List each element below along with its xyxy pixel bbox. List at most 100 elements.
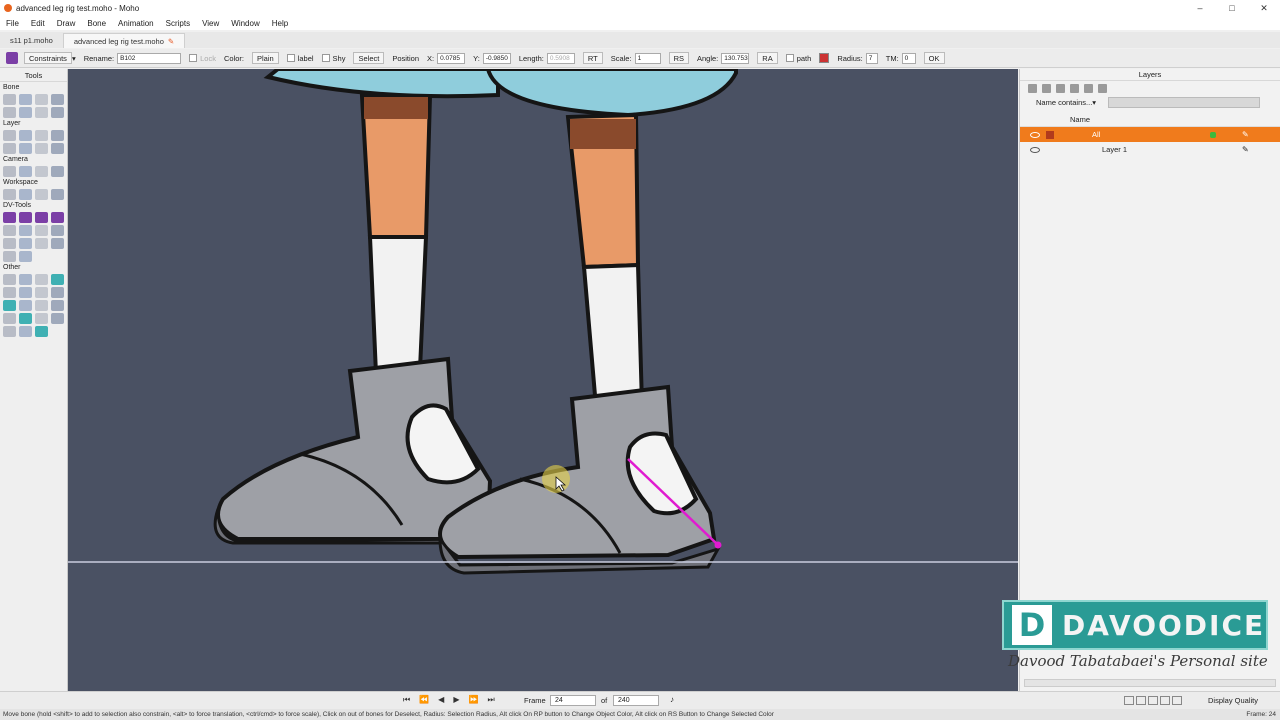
delete-layer-icon[interactable]	[1070, 83, 1079, 93]
dv-tool-6-icon[interactable]	[19, 225, 32, 236]
layer-shear-icon[interactable]	[3, 143, 16, 154]
dv-tool-10-icon[interactable]	[19, 238, 32, 249]
duplicate-layer-icon[interactable]	[1042, 83, 1051, 93]
camera-track-icon[interactable]	[3, 166, 16, 177]
close-icon[interactable]: ✕	[1248, 0, 1280, 16]
tab-s11-p1[interactable]: s11 p1.moho	[0, 33, 63, 48]
other-17-icon[interactable]	[3, 326, 16, 337]
other-13-icon[interactable]	[3, 313, 16, 324]
menu-scripts[interactable]: Scripts	[160, 19, 196, 28]
other-14-icon[interactable]	[19, 313, 32, 324]
dv-tool-9-icon[interactable]	[3, 238, 16, 249]
layer-row-layer-1[interactable]: Layer 1 ✎	[1020, 142, 1280, 157]
rotate-view-icon[interactable]	[35, 189, 48, 200]
play-reverse-icon[interactable]: ◀	[438, 695, 444, 705]
pencil-icon[interactable]	[51, 143, 64, 154]
other-12-icon[interactable]	[51, 300, 64, 311]
menu-view[interactable]: View	[196, 19, 225, 28]
orbit-icon[interactable]	[51, 189, 64, 200]
layout-2-icon[interactable]	[1136, 696, 1146, 705]
bone-translate-icon[interactable]	[19, 94, 32, 105]
new-layer-icon[interactable]	[1028, 83, 1037, 93]
layout-5-icon[interactable]	[1172, 696, 1182, 705]
length-input[interactable]: 0.5908	[546, 52, 575, 64]
other-9-icon[interactable]	[3, 300, 16, 311]
rs-button[interactable]: RS	[668, 52, 689, 64]
angle-input[interactable]: 130.753	[721, 52, 750, 64]
other-2-icon[interactable]	[19, 274, 32, 285]
dv-tool-11-icon[interactable]	[35, 238, 48, 249]
visibility-eye-icon[interactable]	[1030, 131, 1040, 138]
bone-manipulate-icon[interactable]	[51, 107, 64, 118]
radius-input[interactable]: 7	[865, 52, 878, 64]
edit-pencil-icon[interactable]: ✎	[1242, 145, 1249, 154]
dv-tool-1-icon[interactable]	[3, 212, 16, 223]
bone-reparent-icon[interactable]	[19, 107, 32, 118]
workspace-canvas[interactable]	[68, 69, 1018, 691]
hand-icon[interactable]	[3, 189, 16, 200]
layout-3-icon[interactable]	[1148, 696, 1158, 705]
layer-translate-icon[interactable]	[19, 130, 32, 141]
copy-layer-icon[interactable]	[1056, 83, 1065, 93]
layer-row-all[interactable]: All ✎	[1020, 127, 1280, 142]
frame-input[interactable]: 24	[550, 695, 596, 706]
layout-4-icon[interactable]	[1160, 696, 1170, 705]
dv-tool-7-icon[interactable]	[35, 225, 48, 236]
menu-window[interactable]: Window	[225, 19, 265, 28]
other-6-icon[interactable]	[19, 287, 32, 298]
camera-pan-icon[interactable]	[51, 166, 64, 177]
other-5-icon[interactable]	[3, 287, 16, 298]
sound-icon[interactable]: ♪	[670, 695, 674, 704]
tm-input[interactable]: 0	[901, 52, 916, 64]
bone-select-icon[interactable]	[3, 94, 16, 105]
other-8-icon[interactable]	[51, 287, 64, 298]
step-forward-icon[interactable]: ⏩	[468, 695, 478, 705]
layer-select-icon[interactable]	[3, 130, 16, 141]
dv-tool-3-icon[interactable]	[35, 212, 48, 223]
other-19-icon[interactable]	[35, 326, 48, 337]
camera-zoom-icon[interactable]	[19, 166, 32, 177]
bone-rotate-icon[interactable]	[51, 94, 64, 105]
select-dropdown[interactable]: Select	[353, 52, 385, 64]
other-3-icon[interactable]	[35, 274, 48, 285]
layers-horizontal-scrollbar[interactable]	[1024, 679, 1276, 687]
other-1-icon[interactable]	[3, 274, 16, 285]
menu-draw[interactable]: Draw	[51, 19, 82, 28]
other-16-icon[interactable]	[51, 313, 64, 324]
layer-settings-icon[interactable]	[1098, 83, 1107, 93]
visibility-eye-icon[interactable]	[1030, 146, 1040, 153]
menu-file[interactable]: File	[0, 19, 25, 28]
menu-help[interactable]: Help	[266, 19, 294, 28]
menu-animation[interactable]: Animation	[112, 19, 160, 28]
other-10-icon[interactable]	[19, 300, 32, 311]
tab-advanced-leg-rig[interactable]: advanced leg rig test.moho ✎	[62, 33, 186, 48]
layout-1-icon[interactable]	[1124, 696, 1134, 705]
filter-dropdown[interactable]: Name contains...	[1036, 98, 1092, 107]
position-y-input[interactable]: -0.9850	[482, 52, 511, 64]
layer-rotate-icon[interactable]	[35, 130, 48, 141]
rename-input[interactable]: B102	[117, 52, 182, 64]
text-icon[interactable]	[35, 143, 48, 154]
path-checkbox[interactable]	[785, 54, 794, 62]
ok-button[interactable]: OK	[923, 52, 945, 64]
dv-tool-8-icon[interactable]	[51, 225, 64, 236]
other-7-icon[interactable]	[35, 287, 48, 298]
layer-scale-icon[interactable]	[51, 130, 64, 141]
color-picker-icon[interactable]	[819, 53, 830, 63]
ra-button[interactable]: RA	[757, 52, 778, 64]
bone-scale-icon[interactable]	[35, 94, 48, 105]
dv-tool-13-icon[interactable]	[3, 251, 16, 262]
other-4-icon[interactable]	[51, 274, 64, 285]
bone-strength-icon[interactable]	[35, 107, 48, 118]
scale-input[interactable]: 1	[634, 52, 661, 64]
rt-button[interactable]: RT	[582, 52, 603, 64]
menu-edit[interactable]: Edit	[25, 19, 51, 28]
layer-flip-icon[interactable]	[19, 143, 32, 154]
rewind-icon[interactable]: ⏮	[403, 695, 410, 705]
dv-tool-5-icon[interactable]	[3, 225, 16, 236]
step-back-icon[interactable]: ⏪	[419, 695, 429, 705]
constraints-button[interactable]: Constraints	[24, 52, 72, 64]
other-11-icon[interactable]	[35, 300, 48, 311]
position-x-input[interactable]: 0.0785	[437, 52, 466, 64]
display-quality-button[interactable]: Display Quality	[1208, 696, 1258, 705]
